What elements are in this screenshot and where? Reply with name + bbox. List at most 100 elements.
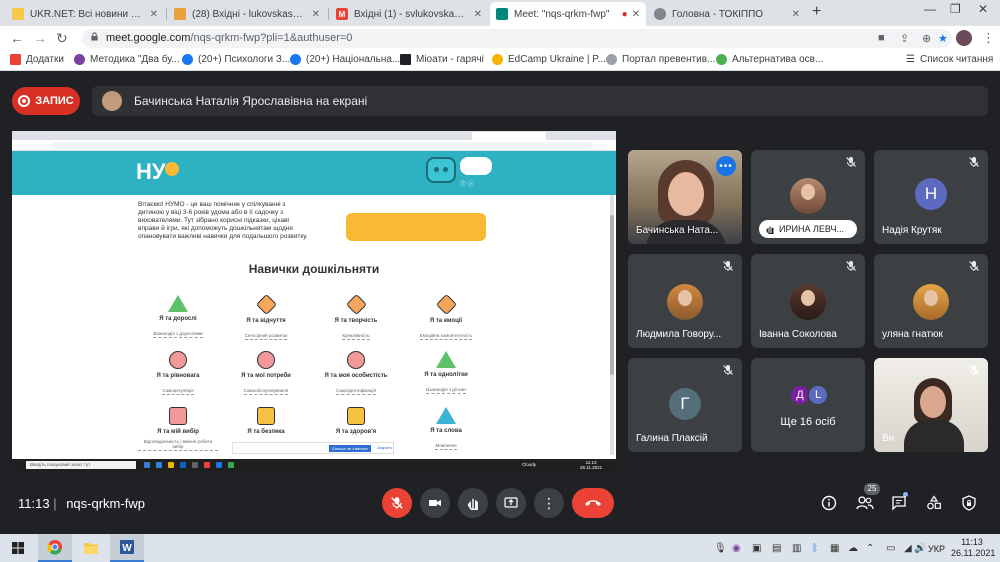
bookmark-item[interactable]: EdCamp Ukraine | P... xyxy=(492,54,606,65)
skill-subtitle[interactable]: Взаємодія з дорослими xyxy=(153,331,203,338)
more-vert-icon: ⋮ xyxy=(542,494,556,511)
display-tray-icon[interactable]: ▭ xyxy=(886,543,895,554)
leave-call-button[interactable] xyxy=(572,488,614,518)
participant-tile[interactable]: Н Надія Крутяк xyxy=(874,150,988,244)
address-bar[interactable]: meet.google.com/nqs-qrkm-fwp?pli=1&authu… xyxy=(82,29,952,48)
mic-off-icon xyxy=(723,261,733,271)
close-icon[interactable]: ✕ xyxy=(474,9,482,20)
microphone-tray-icon[interactable]: 🎙 xyxy=(714,543,727,554)
forward-button[interactable]: → xyxy=(33,30,47,46)
cookie-accept-button[interactable]: Більше не з'являти xyxy=(329,445,371,452)
taskbar-chrome[interactable] xyxy=(38,534,72,562)
skill-subtitle[interactable]: Сенсорний розвиток xyxy=(244,333,288,340)
tab-tokippo[interactable]: Головна - ТОКІППО ✕ xyxy=(648,2,806,26)
bookmark-item[interactable]: Міоати - гарячі xyxy=(400,54,484,65)
raise-hand-button[interactable] xyxy=(458,488,488,518)
present-button[interactable] xyxy=(496,488,526,518)
participant-tile[interactable]: Іванна Соколова xyxy=(751,254,865,348)
people-button[interactable] xyxy=(856,494,874,512)
more-options-icon[interactable]: ••• xyxy=(716,156,736,176)
app-tray-icon[interactable]: ▣ xyxy=(752,543,761,554)
cloud-tray-icon[interactable]: ☁ xyxy=(848,543,858,554)
participant-tile[interactable]: Людмила Говору... xyxy=(628,254,742,348)
app-tray-icon[interactable]: ▤ xyxy=(772,543,781,554)
bookmark-item[interactable]: Портал превентив... xyxy=(606,54,715,65)
participant-tile[interactable]: ИРИНА ЛЕВЧ... xyxy=(751,150,865,244)
minimize-button[interactable]: — xyxy=(924,2,936,16)
reload-button[interactable]: ↻ xyxy=(56,30,68,47)
bookmark-item[interactable]: Методика "Два бу... xyxy=(74,54,180,65)
new-tab-button[interactable]: + xyxy=(812,3,821,21)
bookmark-apps[interactable]: Додатки xyxy=(10,54,64,65)
skill-subtitle[interactable]: Емоційна компетентність xyxy=(419,333,473,340)
skill-card[interactable]: Я та слова Мовлення xyxy=(406,407,486,452)
maximize-button[interactable]: ❐ xyxy=(950,2,961,16)
record-button[interactable]: ЗАПИС xyxy=(12,87,80,115)
bookmark-item[interactable]: (20+) Психологи З... xyxy=(182,54,290,65)
skill-subtitle[interactable]: Самоідентифікація xyxy=(336,388,376,395)
participant-tile[interactable]: ••• Бачинська Ната... xyxy=(628,150,742,244)
skill-card[interactable]: Я та здоров'я xyxy=(316,407,396,435)
skill-subtitle[interactable]: Саморегуляція xyxy=(162,388,194,395)
network-tray-icon[interactable]: ◢ xyxy=(904,543,912,554)
skill-card[interactable]: Я та однолітки Взаємодія з дітьми xyxy=(406,351,486,396)
skill-card[interactable]: Я та дорослі Взаємодія з дорослими xyxy=(138,295,218,340)
participant-tile[interactable]: Г Галина Плаксій xyxy=(628,358,742,452)
skill-subtitle[interactable]: Взаємодія з дітьми xyxy=(426,387,466,394)
skill-subtitle[interactable]: Самообслуговування xyxy=(243,388,289,395)
more-options-button[interactable]: ⋮ xyxy=(534,488,564,518)
chat-button[interactable] xyxy=(890,494,908,512)
bookmark-label: (20+) Психологи З... xyxy=(198,54,291,65)
bookmark-star-icon[interactable]: ★ xyxy=(938,32,948,45)
close-window-button[interactable]: ✕ xyxy=(978,2,988,16)
back-button[interactable]: ← xyxy=(10,30,24,46)
system-clock[interactable]: 11:13 26.11.2021 xyxy=(951,537,995,559)
close-icon[interactable]: ✕ xyxy=(150,9,158,20)
host-controls-button[interactable] xyxy=(960,494,978,512)
volume-tray-icon[interactable]: 🔊 xyxy=(914,543,926,554)
tab-meet[interactable]: Meet: "nqs-qrkm-fwp" ● ✕ xyxy=(490,2,646,26)
close-icon[interactable]: ✕ xyxy=(632,9,640,20)
skill-card[interactable]: Я та відчуття Сенсорний розвиток xyxy=(226,293,306,342)
skill-card[interactable]: Я та мої потреби Самообслуговування xyxy=(226,351,306,397)
participant-tile[interactable]: уляна гнатюк xyxy=(874,254,988,348)
camera-toggle-button[interactable] xyxy=(420,488,450,518)
skill-card[interactable]: Я та мій вибір Відповідальність і вміння … xyxy=(138,407,218,453)
reading-list[interactable]: ☰ Список читання xyxy=(906,54,993,65)
keyboard-language[interactable]: УКР xyxy=(928,544,945,554)
activities-button[interactable] xyxy=(925,494,943,512)
share-icon[interactable]: ⇪ xyxy=(900,32,909,45)
bookmark-item[interactable]: Альтернатива осв... xyxy=(716,54,823,65)
zoom-icon[interactable]: ⊕ xyxy=(922,32,931,45)
more-participants-tile[interactable]: Д L Ще 16 осіб xyxy=(751,358,865,452)
skill-card[interactable]: Я та безпека xyxy=(226,407,306,435)
app-tray-icon[interactable]: ▦ xyxy=(830,543,839,554)
tab-ukrnet[interactable]: UKR.NET: Всі новини Україн ✕ xyxy=(6,2,164,26)
bookmark-item[interactable]: (20+) Національна... xyxy=(290,54,400,65)
camera-icon[interactable]: ■ xyxy=(878,32,885,44)
skill-subtitle[interactable]: Мовлення xyxy=(435,443,457,450)
windows-start-icon[interactable] xyxy=(12,542,24,554)
skill-subtitle[interactable]: Відповідальність і вміння робити вибір xyxy=(138,439,218,451)
self-tile[interactable]: Ви xyxy=(874,358,988,452)
chevron-up-icon[interactable]: ⌃ xyxy=(866,543,874,554)
viber-tray-icon[interactable]: ◉ xyxy=(732,543,741,554)
close-icon[interactable]: ✕ xyxy=(792,9,800,20)
taskbar-word[interactable]: W xyxy=(110,534,144,562)
tab-ukr-mail[interactable]: (28) Вхідні - lukovskaso@ukr ✕ xyxy=(168,2,326,26)
app-tray-icon[interactable]: ▥ xyxy=(792,543,801,554)
skill-card[interactable]: Я та емоції Емоційна компетентність xyxy=(406,293,486,342)
skill-card[interactable]: Я та моя особистість Самоідентифікація xyxy=(316,351,396,397)
close-icon[interactable]: ✕ xyxy=(312,9,320,20)
skill-card[interactable]: Я та творчість Креативність xyxy=(316,293,396,342)
tab-gmail[interactable]: M Вхідні (1) - svlukovska@gma ✕ xyxy=(330,2,488,26)
meeting-details-button[interactable] xyxy=(820,494,838,512)
profile-avatar[interactable] xyxy=(956,30,972,46)
skill-subtitle[interactable]: Креативність xyxy=(342,333,370,340)
cookie-close-button[interactable]: Закрити xyxy=(377,445,392,450)
chrome-menu-icon[interactable]: ⋮ xyxy=(982,30,995,46)
skill-card[interactable]: Я та рівновага Саморегуляція xyxy=(138,351,218,397)
taskbar-file-explorer[interactable] xyxy=(74,534,108,562)
mic-toggle-button[interactable] xyxy=(382,488,412,518)
bluetooth-tray-icon[interactable]: ᛒ xyxy=(812,543,818,554)
